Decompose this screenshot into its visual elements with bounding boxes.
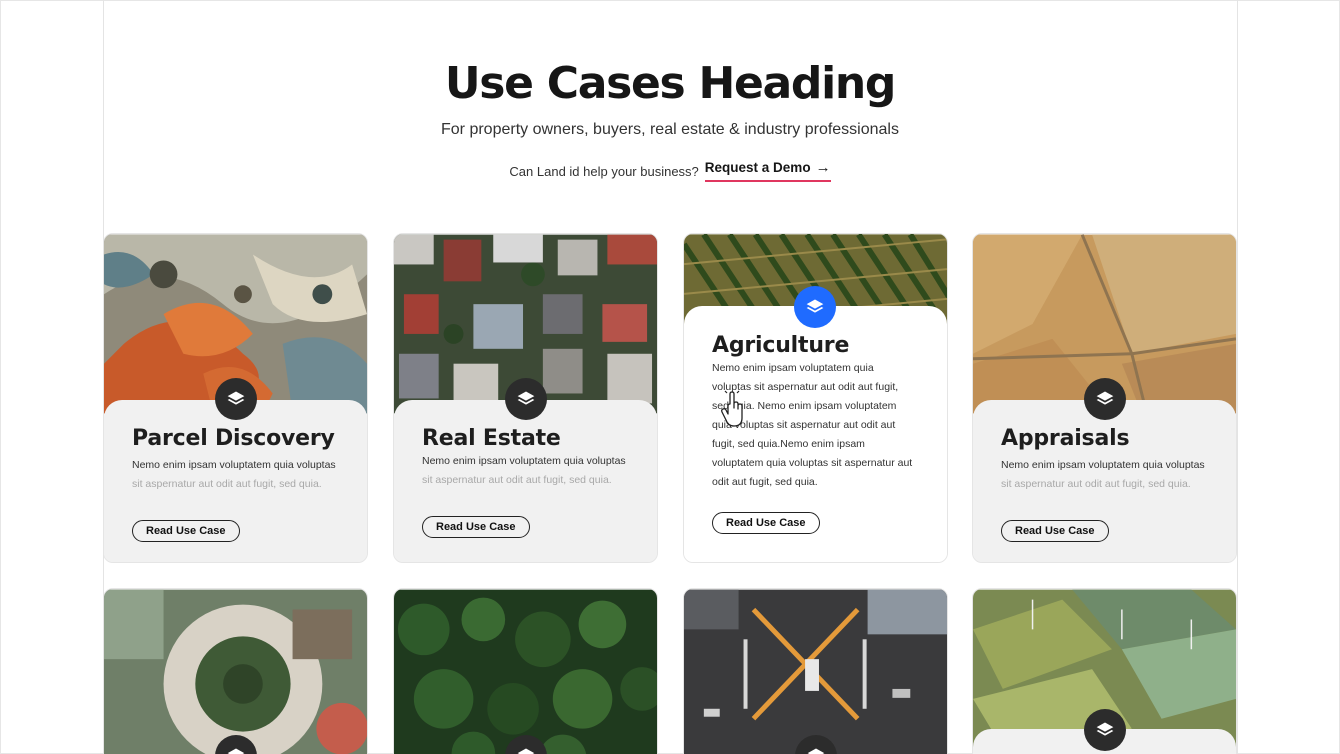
read-use-case-button[interactable]: Read Use Case <box>712 512 820 534</box>
cta-row: Can Land id help your business? Request … <box>0 160 1340 182</box>
read-use-case-button[interactable]: Read Use Case <box>1001 520 1109 542</box>
use-case-card-row2-1[interactable] <box>103 588 368 754</box>
card-description-faded: sit aspernatur aut odit aut fugit, sed q… <box>422 474 612 486</box>
layers-icon <box>215 378 257 420</box>
hand-pointer-cursor-icon <box>721 390 743 427</box>
use-case-card-parcel-discovery[interactable]: Parcel Discovery Nemo enim ipsam volupta… <box>103 233 368 563</box>
page-subtitle: For property owners, buyers, real estate… <box>441 121 899 138</box>
card-title: Real Estate <box>422 426 561 451</box>
card-title: Appraisals <box>1001 426 1130 451</box>
card-title: Parcel Discovery <box>132 426 335 451</box>
layers-icon <box>794 286 836 328</box>
arrow-right-icon: → <box>815 159 831 176</box>
card-description-faded: sit aspernatur aut odit aut fugit, sed q… <box>1001 478 1191 490</box>
request-demo-link[interactable]: Request a Demo → <box>704 159 831 182</box>
layers-icon <box>505 378 547 420</box>
use-case-card-appraisals[interactable]: Appraisals Nemo enim ipsam voluptatem qu… <box>972 233 1237 563</box>
use-case-card-row2-2[interactable] <box>393 588 658 754</box>
layout-guide-right <box>1237 0 1238 754</box>
card-description-faded: sit aspernatur aut odit aut fugit, sed q… <box>132 478 322 490</box>
use-case-card-real-estate[interactable]: Real Estate Nemo enim ipsam voluptatem q… <box>393 233 658 563</box>
card-description: Nemo enim ipsam voluptatem quia voluptas… <box>1001 456 1210 494</box>
urban-courtyard-photo <box>104 589 367 754</box>
read-use-case-button[interactable]: Read Use Case <box>422 516 530 538</box>
card-description-text: Nemo enim ipsam voluptatem quia voluptas <box>1001 459 1205 471</box>
forest-canopy-photo <box>394 589 657 754</box>
page-title: Use Cases Heading <box>444 58 897 109</box>
card-description-text: Nemo enim ipsam voluptatem quia voluptas <box>132 459 336 471</box>
card-description: Nemo enim ipsam voluptatem quia voluptas… <box>132 456 341 494</box>
use-case-card-row2-4[interactable] <box>972 588 1237 754</box>
card-description: Nemo enim ipsam voluptatem quia voluptas… <box>422 452 631 490</box>
cta-prompt: Can Land id help your business? <box>509 163 699 179</box>
use-case-card-row2-3[interactable] <box>683 588 948 754</box>
request-demo-label: Request a Demo <box>704 160 811 175</box>
layers-icon <box>1084 709 1126 751</box>
layers-icon <box>1084 378 1126 420</box>
card-title: Agriculture <box>712 333 850 358</box>
card-description-text: Nemo enim ipsam voluptatem quia voluptas <box>422 455 626 467</box>
city-intersection-photo <box>684 589 947 754</box>
read-use-case-button[interactable]: Read Use Case <box>132 520 240 542</box>
